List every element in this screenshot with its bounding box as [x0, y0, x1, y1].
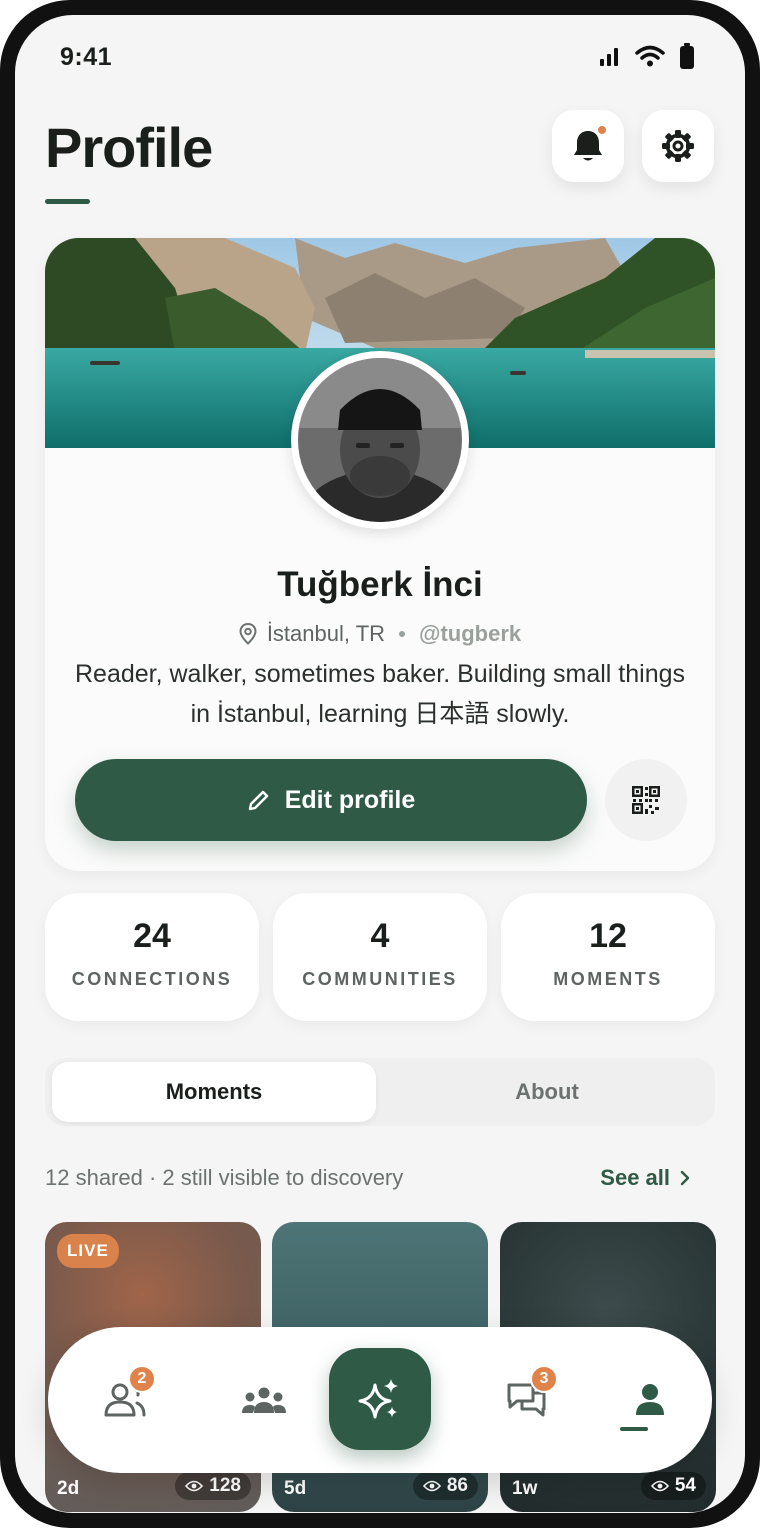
nav-create-moment[interactable]: [329, 1348, 431, 1450]
tab-about[interactable]: About: [385, 1062, 709, 1122]
profile-card: Tuğberk İnci İstanbul, TR @tugberk Reade…: [45, 238, 715, 871]
chevron-right-icon: [680, 1170, 690, 1186]
moment-view-count: 86: [446, 1475, 468, 1496]
eye-icon: [185, 1480, 204, 1492]
profile-bio: Reader, walker, sometimes baker. Buildin…: [75, 660, 686, 728]
user-icon: [636, 1384, 664, 1415]
group-icon: [242, 1387, 286, 1413]
stat-value: 24: [133, 917, 171, 955]
title-underline: [45, 199, 90, 204]
nav-badge: 2: [128, 1365, 156, 1393]
cellular-signal-icon: [600, 48, 618, 66]
stat-value: 4: [370, 917, 390, 955]
see-all-link[interactable]: See all: [600, 1165, 690, 1191]
profile-location: İstanbul, TR: [266, 621, 386, 646]
sparkles-icon: [358, 1379, 398, 1419]
notification-dot: [596, 124, 608, 136]
pencil-icon: [248, 790, 268, 811]
page-title: Profile: [45, 116, 213, 179]
wifi-icon: [635, 45, 665, 67]
moment-views: 128: [175, 1472, 251, 1500]
moment-view-count: 54: [674, 1475, 696, 1496]
nav-active-indicator: [620, 1427, 648, 1431]
battery-icon: [680, 43, 694, 69]
avatar[interactable]: [291, 351, 469, 529]
meta-separator: [399, 631, 406, 637]
qr-code-icon: [632, 786, 660, 814]
edit-profile-button[interactable]: Edit profile: [75, 759, 587, 841]
stat-value: 12: [589, 917, 627, 955]
eye-icon: [422, 1480, 441, 1492]
nav-badge: 3: [530, 1365, 558, 1393]
moments-summary: 12 shared · 2 still visible to discovery: [45, 1165, 404, 1190]
profile-handle: @tugberk: [419, 621, 522, 646]
profile-tabs: Moments About: [45, 1058, 715, 1126]
nav-profile[interactable]: [617, 1367, 683, 1433]
stat-label: CONNECTIONS: [71, 969, 233, 989]
settings-button[interactable]: [642, 110, 714, 182]
stat-moments[interactable]: 12 MOMENTS: [501, 893, 715, 1021]
see-all-label: See all: [600, 1165, 670, 1190]
moment-view-count: 128: [209, 1475, 241, 1496]
qr-code-button[interactable]: [605, 759, 687, 841]
device-frame: 9:41 Profile Tuğberk İnci İstanbul, TR @…: [0, 0, 760, 1528]
eye-icon: [650, 1480, 669, 1492]
moment-age: 5d: [284, 1478, 307, 1499]
moment-age: 2d: [57, 1478, 80, 1499]
avatar-image: [298, 358, 462, 522]
moment-views: 86: [412, 1472, 478, 1500]
nav-messages[interactable]: 3: [494, 1365, 560, 1433]
stat-communities[interactable]: 4 COMMUNITIES: [273, 893, 487, 1021]
app-screen: 9:41 Profile Tuğberk İnci İstanbul, TR @…: [15, 15, 745, 1513]
gear-icon: [662, 130, 694, 162]
live-badge: LIVE: [57, 1234, 119, 1268]
status-icons: [599, 43, 695, 69]
nav-connections[interactable]: 2: [92, 1365, 158, 1433]
status-time: 9:41: [60, 43, 113, 71]
stat-label: COMMUNITIES: [302, 969, 458, 989]
notifications-button[interactable]: [552, 110, 624, 182]
moment-views: 54: [640, 1472, 706, 1500]
profile-meta: İstanbul, TR @tugberk: [45, 621, 715, 647]
bottom-nav: 2 3: [48, 1327, 712, 1473]
profile-name: Tuğberk İnci: [277, 565, 483, 604]
tab-moments[interactable]: Moments: [52, 1062, 376, 1122]
stat-label: MOMENTS: [553, 969, 663, 989]
stat-connections[interactable]: 24 CONNECTIONS: [45, 893, 259, 1021]
location-pin-icon: [239, 623, 257, 645]
nav-communities[interactable]: [231, 1367, 297, 1433]
moment-age: 1w: [512, 1478, 538, 1499]
edit-profile-label: Edit profile: [284, 785, 416, 814]
